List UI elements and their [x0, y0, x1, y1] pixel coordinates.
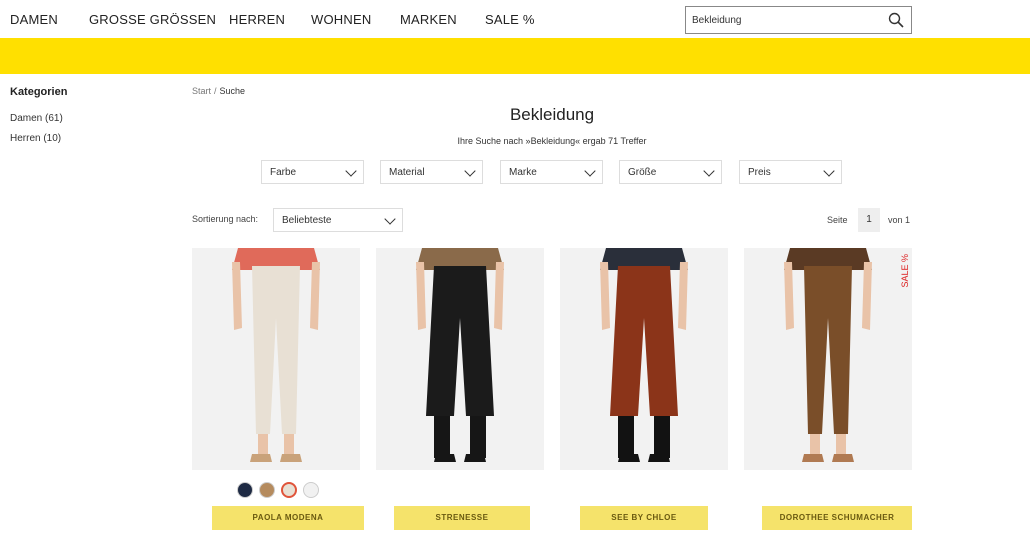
shoe: [802, 454, 824, 462]
product-image[interactable]: [560, 248, 728, 470]
shoe: [648, 454, 670, 462]
filter-preis[interactable]: Preis: [739, 160, 842, 184]
leg: [654, 416, 670, 458]
leg: [618, 416, 634, 458]
color-swatch[interactable]: [237, 482, 253, 498]
shoe: [464, 454, 486, 462]
product-photo: [744, 248, 912, 470]
shoe: [618, 454, 640, 462]
filter-label: Preis: [748, 167, 771, 178]
leg: [470, 416, 486, 458]
top-navigation: DAMEN GROSSE GRÖSSEN HERREN WOHNEN MARKE…: [0, 0, 1030, 38]
product-brand[interactable]: PAOLA MODENA: [212, 506, 364, 530]
sort-label: Sortierung nach:: [192, 214, 259, 224]
product-photo: [192, 248, 360, 470]
filter-label: Größe: [628, 167, 657, 178]
breadcrumb-current: Suche: [219, 86, 246, 96]
shoe: [832, 454, 854, 462]
product-brand[interactable]: STRENESSE: [394, 506, 530, 530]
sale-badge: SALE %: [900, 254, 910, 288]
breadcrumb: Start / Suche: [192, 86, 245, 96]
nav-item-sale[interactable]: SALE %: [485, 12, 535, 27]
sort-select[interactable]: Beliebteste: [273, 208, 403, 232]
product-photo: [376, 248, 544, 470]
filter-farbe[interactable]: Farbe: [261, 160, 364, 184]
search-box: [685, 6, 912, 34]
pager-label: Seite: [827, 215, 848, 225]
product-image[interactable]: [376, 248, 544, 470]
filter-label: Marke: [509, 167, 537, 178]
filter-material[interactable]: Material: [380, 160, 483, 184]
leg: [434, 416, 450, 458]
chevron-down-icon: [345, 165, 357, 177]
shoe: [250, 454, 272, 462]
nav-item-marken[interactable]: MARKEN: [400, 12, 457, 27]
pager-total: von 1: [888, 215, 911, 225]
product-brand[interactable]: SEE BY CHLOE: [580, 506, 708, 530]
sort-value: Beliebteste: [282, 215, 332, 226]
breadcrumb-home[interactable]: Start: [192, 86, 211, 96]
filter-groesse[interactable]: Größe: [619, 160, 722, 184]
color-swatches: [237, 482, 327, 500]
color-swatch[interactable]: [259, 482, 275, 498]
nav-item-wohnen[interactable]: WOHNEN: [311, 12, 371, 27]
search-result-text: Ihre Suche nach »Bekleidung« ergab 71 Tr…: [457, 136, 647, 146]
color-swatch[interactable]: [303, 482, 319, 498]
pager-current-page[interactable]: 1: [858, 208, 880, 232]
nav-item-herren[interactable]: HERREN: [229, 12, 285, 27]
page-title: Bekleidung: [509, 105, 595, 124]
search-icon[interactable]: [887, 11, 905, 29]
chevron-down-icon: [384, 213, 396, 225]
shoe: [280, 454, 302, 462]
nav-item-grosse-groessen[interactable]: GROSSE GRÖSSEN: [89, 12, 216, 27]
chevron-down-icon: [703, 165, 715, 177]
filter-label: Material: [389, 167, 425, 178]
promo-banner: [0, 38, 1030, 74]
nav-item-damen[interactable]: DAMEN: [10, 12, 58, 27]
product-brand[interactable]: DOROTHEE SCHUMACHER: [762, 506, 912, 530]
breadcrumb-separator: /: [214, 86, 217, 96]
color-swatch[interactable]: [281, 482, 297, 498]
chevron-down-icon: [823, 165, 835, 177]
product-image[interactable]: [192, 248, 360, 470]
search-input[interactable]: [692, 12, 877, 28]
chevron-down-icon: [584, 165, 596, 177]
chevron-down-icon: [464, 165, 476, 177]
shoe: [434, 454, 456, 462]
product-photo: [560, 248, 728, 470]
filter-label: Farbe: [270, 167, 297, 178]
product-image[interactable]: SALE %: [744, 248, 912, 470]
filter-marke[interactable]: Marke: [500, 160, 603, 184]
categories-heading: Kategorien: [10, 86, 68, 98]
